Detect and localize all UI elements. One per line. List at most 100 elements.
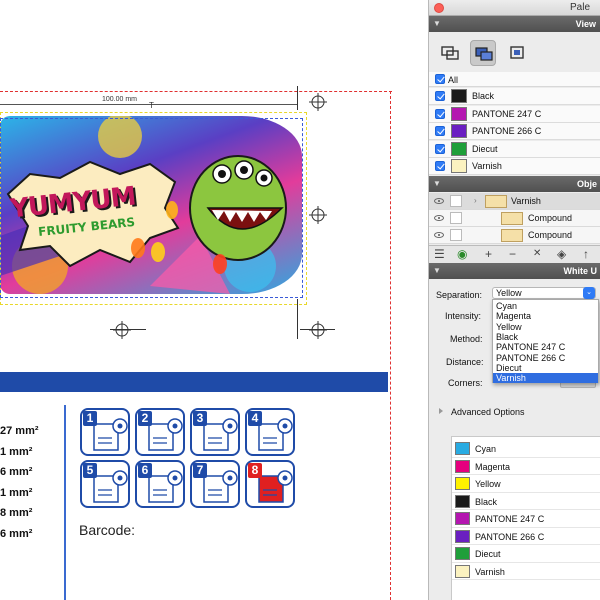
view-combined-button[interactable]: [470, 40, 496, 66]
crop-mark: [297, 86, 298, 110]
ink-swatch: [455, 564, 470, 578]
add-icon[interactable]: +: [485, 248, 492, 260]
print-station-icon[interactable]: 5: [80, 460, 130, 508]
print-station-icon[interactable]: 8: [245, 460, 295, 508]
separation-label: PANTONE 247 C: [472, 108, 542, 119]
separation-checkbox[interactable]: [435, 126, 445, 136]
station-number: 4: [248, 411, 262, 426]
disclosure-triangle-icon[interactable]: [439, 408, 443, 414]
view-section-header[interactable]: ▼ View: [429, 16, 600, 32]
ink-swatch: [455, 477, 470, 490]
dropdown-option[interactable]: Cyan: [493, 301, 598, 311]
separation-row[interactable]: PANTONE 247 C: [429, 105, 600, 123]
ink-row[interactable]: PANTONE 247 C: [452, 510, 600, 528]
registration-mark: [309, 93, 327, 111]
ink-label: PANTONE 266 C: [475, 531, 545, 542]
station-number: 3: [193, 411, 207, 426]
visibility-eye-icon[interactable]: [434, 198, 444, 204]
all-checkbox[interactable]: [435, 74, 445, 84]
object-row[interactable]: Compound: [429, 227, 600, 244]
dropdown-option[interactable]: Black: [493, 332, 598, 342]
dropdown-option[interactable]: PANTONE 266 C: [493, 353, 598, 363]
lock-toggle[interactable]: [450, 229, 462, 241]
document-canvas[interactable]: 100.00 mm T YUMYUM FRUITY BEARS 27 mm² 1…: [0, 0, 428, 600]
registration-mark: [113, 321, 131, 339]
object-row[interactable]: › Varnish: [429, 193, 600, 210]
measurement-value: 1 mm²: [0, 487, 33, 499]
view-single-button[interactable]: [504, 40, 530, 66]
dimension-tick: T: [149, 101, 154, 110]
ink-label: PANTONE 247 C: [475, 514, 545, 524]
cut-icon[interactable]: ✕: [533, 248, 541, 260]
ink-row[interactable]: Black: [452, 493, 600, 510]
dimension-label: 100.00 mm: [102, 96, 138, 103]
print-station-icon[interactable]: 4: [245, 408, 295, 456]
objects-section-header[interactable]: ▼ Obje: [429, 176, 600, 192]
stack-icon: [510, 46, 524, 59]
remove-icon[interactable]: −: [509, 248, 516, 260]
separation-row[interactable]: Black: [429, 88, 600, 105]
arrow-up-icon[interactable]: ↑: [583, 248, 589, 260]
ink-row[interactable]: Diecut: [452, 545, 600, 563]
eye-add-icon[interactable]: ◉: [457, 248, 467, 260]
separation-checkbox[interactable]: [435, 161, 445, 171]
separation-row[interactable]: PANTONE 266 C: [429, 123, 600, 140]
print-station-icon[interactable]: 7: [190, 460, 240, 508]
disclosure-arrow-icon[interactable]: ›: [474, 196, 477, 205]
ink-label: Cyan: [475, 444, 497, 454]
separation-checkbox[interactable]: [435, 143, 445, 154]
distance-label: Distance:: [446, 357, 484, 367]
measurement-value: 27 mm²: [0, 425, 39, 437]
separation-checkbox[interactable]: [435, 91, 445, 101]
separation-row[interactable]: Diecut: [429, 140, 600, 158]
dropdown-option[interactable]: Varnish: [493, 373, 598, 384]
station-number: 6: [138, 463, 152, 478]
dropdown-option[interactable]: Magenta: [493, 311, 598, 321]
separation-checkbox[interactable]: [435, 108, 445, 119]
visibility-eye-icon[interactable]: [434, 215, 444, 221]
ink-swatch: [455, 442, 470, 455]
ink-row[interactable]: Cyan: [452, 440, 600, 458]
ink-label: Magenta: [475, 461, 511, 472]
all-row[interactable]: All: [429, 72, 600, 87]
method-label: Method:: [450, 334, 483, 344]
print-station-icon[interactable]: 6: [135, 460, 185, 508]
advanced-options-toggle[interactable]: Advanced Options: [451, 407, 525, 417]
visibility-eye-icon[interactable]: [434, 232, 444, 238]
close-window-button[interactable]: [434, 3, 444, 13]
dropdown-option[interactable]: Yellow: [493, 322, 598, 332]
ink-label: Varnish: [475, 566, 505, 577]
object-label: Varnish: [511, 196, 541, 206]
separation-swatch: [451, 106, 467, 121]
objects-toolbar: ☰ ◉ + − ✕ ◈ ↑: [429, 245, 600, 263]
print-station-icon[interactable]: 2: [135, 408, 185, 456]
print-station-icon[interactable]: 1: [80, 408, 130, 456]
station-number: 8: [248, 463, 262, 478]
measurement-value: 6 mm²: [0, 528, 33, 540]
separation-row[interactable]: Varnish: [429, 158, 600, 175]
ink-list: Cyan Magenta Yellow Black PANTONE 247 C PANTO…: [451, 436, 600, 600]
ink-row[interactable]: Varnish: [452, 563, 600, 580]
palette-titlebar[interactable]: Pale: [429, 0, 600, 16]
dropdown-option[interactable]: PANTONE 247 C: [493, 342, 598, 352]
ink-row[interactable]: Magenta: [452, 458, 600, 475]
registration-mark: [309, 321, 327, 339]
layers-icon[interactable]: ◈: [557, 248, 566, 260]
ink-row[interactable]: PANTONE 266 C: [452, 528, 600, 545]
dropdown-option[interactable]: Diecut: [493, 363, 598, 373]
separation-select[interactable]: Yellow ⌄: [492, 287, 596, 299]
lock-toggle[interactable]: [450, 212, 462, 224]
list-icon[interactable]: ☰: [434, 248, 445, 260]
separation-dropdown-menu: Cyan Magenta Yellow Black PANTONE 247 C PANTO…: [492, 299, 599, 384]
lock-toggle[interactable]: [450, 195, 462, 207]
station-number: 1: [83, 411, 97, 426]
dropdown-arrow-icon: ⌄: [583, 287, 595, 299]
object-row[interactable]: Compound: [429, 210, 600, 227]
all-label: All: [448, 75, 459, 85]
ink-row[interactable]: Yellow: [452, 475, 600, 493]
measurement-value: 1 mm²: [0, 446, 33, 458]
view-separate-button[interactable]: [437, 40, 463, 66]
separation-label: Black: [472, 91, 495, 101]
print-station-icon[interactable]: 3: [190, 408, 240, 456]
white-underprint-section-header[interactable]: ▼ White U: [429, 263, 600, 279]
